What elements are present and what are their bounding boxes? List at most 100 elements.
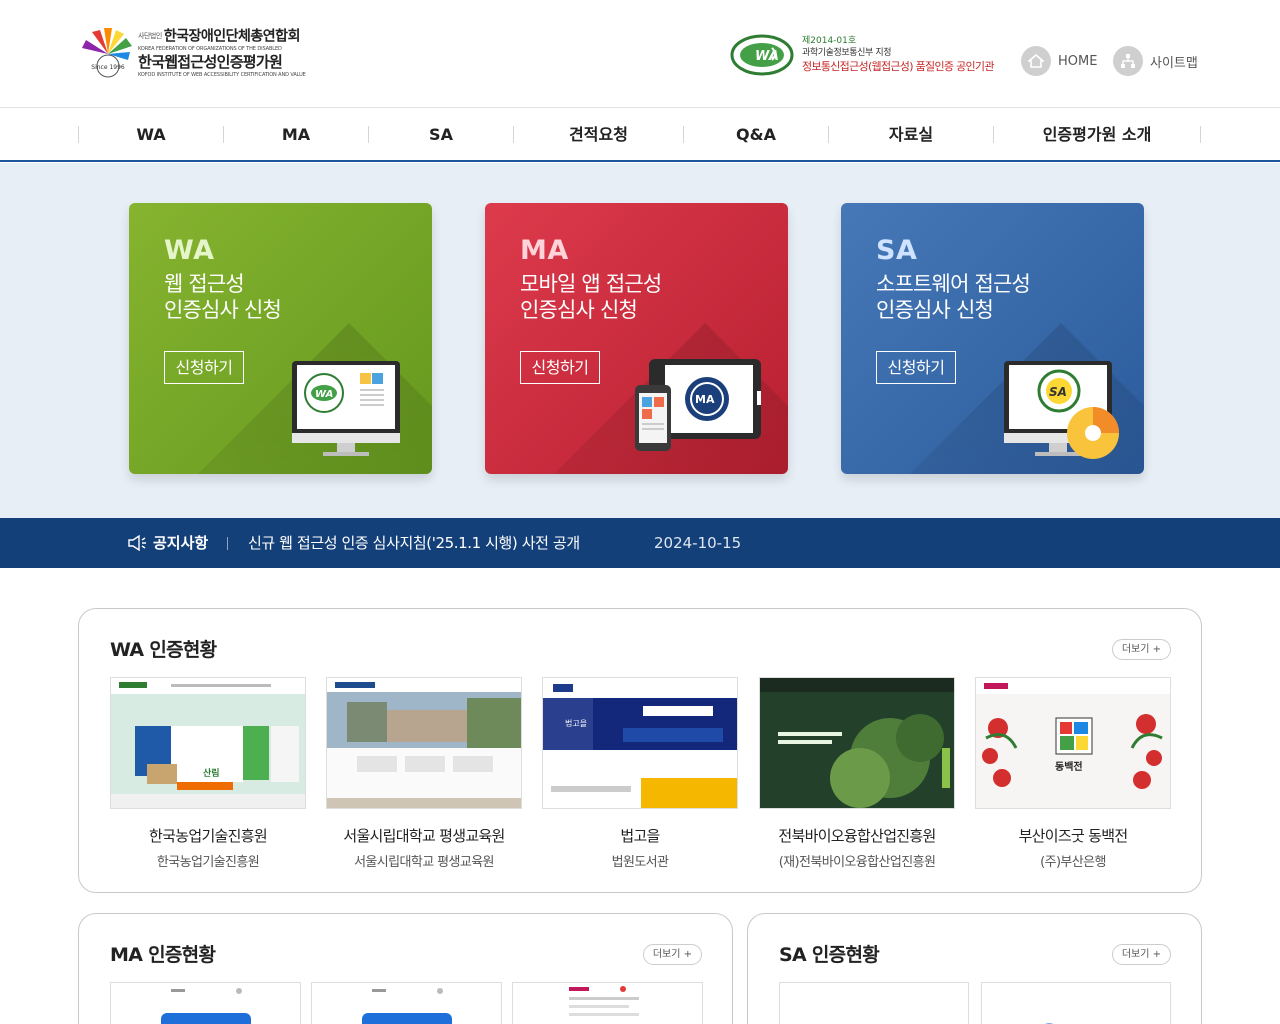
svg-text:동백전: 동백전 — [1055, 760, 1083, 773]
svg-text:MA: MA — [695, 393, 715, 406]
home-link[interactable]: HOME — [1021, 45, 1097, 77]
nav-item-wa[interactable]: WA — [79, 109, 223, 160]
section-title: WA 인증현황 — [110, 639, 217, 661]
ma-app-thumbnail[interactable] — [311, 982, 502, 1024]
nav-item-resources[interactable]: 자료실 — [829, 109, 993, 160]
software-screenshot-image — [1044, 1023, 1054, 1024]
wa-certification-section: WA 인증현황 더보기 + 산림 한국농업기술진흥원 한국농업기술진흥원 서울시… — [78, 608, 1202, 893]
cert-number: 제2014-01호 — [802, 36, 857, 46]
section-title: SA 인증현황 — [779, 944, 880, 966]
org-name-text: 한국장애인단체총연합회 — [163, 28, 301, 45]
card-title: 소프트웨어 접근성 인증심사 신청 — [876, 271, 1056, 323]
card-abbr: SA — [876, 235, 918, 266]
cert-description: 정보통신접근성(웹접근성) 품질인증 공인기관 — [802, 60, 994, 73]
wa-quality-mark-icon: WA — [730, 34, 794, 76]
sitemap-icon — [1113, 46, 1143, 76]
site-name: 한국농업기술진흥원 — [149, 827, 268, 845]
org-prefix: 사단법인 — [138, 32, 162, 40]
site-screenshot-image — [327, 678, 521, 808]
institute-eng-name: KOFOD INSTITUTE OF WEB ACCESSIBILITY CER… — [138, 71, 306, 78]
wa-apply-card[interactable]: WA 웹 접근성 인증심사 신청 신청하기 WA — [129, 203, 432, 474]
main-navigation: WA MA SA 견적요청 Q&A 자료실 인증평가원 소개 — [0, 109, 1280, 162]
cert-authority: 과학기술정보통신부 지정 — [802, 48, 892, 58]
sa-software-thumbnail[interactable] — [981, 982, 1171, 1024]
sa-more-button[interactable]: 더보기 + — [1111, 944, 1171, 965]
site-thumbnail: 법고을 — [542, 677, 738, 809]
nav-item-sa[interactable]: SA — [369, 109, 513, 160]
site-logo[interactable]: Since 1996 사단법인 한국장애인단체총연합회 KOREA FEDERAT… — [82, 28, 312, 82]
org-name: 사단법인 한국장애인단체총연합회 — [138, 28, 312, 46]
site-screenshot-image: 동백전 — [976, 678, 1170, 808]
card-abbr: MA — [520, 235, 569, 266]
site-screenshot-image: 산림 — [111, 678, 305, 808]
site-header: Since 1996 사단법인 한국장애인단체총연합회 KOREA FEDERAT… — [0, 0, 1280, 108]
sa-software-thumbnail[interactable] — [779, 982, 969, 1024]
wa-site-card[interactable]: 전북바이오융합산업진흥원 (재)전북바이오융합산업진흥원 — [759, 677, 955, 870]
card-title-line2: 인증심사 신청 — [876, 298, 994, 322]
app-screenshot-image — [161, 988, 251, 1024]
site-thumbnail — [326, 677, 522, 809]
tablet-phone-ma-icon: MA — [635, 359, 761, 451]
site-thumbnail — [759, 677, 955, 809]
wa-more-button[interactable]: 더보기 + — [1111, 639, 1171, 660]
nav-item-quote[interactable]: 견적요청 — [514, 109, 683, 160]
notice-date: 2024-10-15 — [654, 534, 742, 552]
card-title: 모바일 앱 접근성 인증심사 신청 — [520, 271, 700, 323]
card-title-line1: 웹 접근성 — [164, 272, 245, 296]
card-title-line2: 인증심사 신청 — [520, 298, 638, 322]
sitemap-link-label: 사이트맵 — [1150, 55, 1198, 71]
ma-apply-button[interactable]: 신청하기 — [520, 351, 600, 384]
notice-label[interactable]: 공지사항 — [153, 518, 208, 568]
nav-item-qna[interactable]: Q&A — [684, 109, 828, 160]
site-name: 부산이즈굿 동백전 — [1018, 827, 1129, 845]
site-screenshot-image — [760, 678, 954, 808]
app-screenshot-image — [362, 988, 452, 1024]
site-organization: 한국농업기술진흥원 — [156, 855, 260, 870]
wa-site-card[interactable]: 서울시립대학교 평생교육원 서울시립대학교 평생교육원 — [326, 677, 522, 870]
sa-apply-button[interactable]: 신청하기 — [876, 351, 956, 384]
institute-name: 한국웹접근성인증평가원 — [138, 52, 283, 71]
card-abbr: WA — [164, 235, 215, 266]
site-thumbnail: 산림 — [110, 677, 306, 809]
card-title-line2: 인증심사 신청 — [164, 298, 282, 322]
ma-more-button[interactable]: 더보기 + — [642, 944, 702, 965]
site-organization: 서울시립대학교 평생교육원 — [354, 855, 494, 870]
ma-apply-card[interactable]: MA 모바일 앱 접근성 인증심사 신청 신청하기 MA — [485, 203, 788, 474]
svg-text:산림: 산림 — [203, 767, 220, 779]
nav-divider — [1200, 126, 1201, 143]
site-name: 전북바이오융합산업진흥원 — [778, 827, 936, 845]
certification-badge-block: WA 제2014-01호 과학기술정보통신부 지정 정보통신접근성(웹접근성) … — [730, 34, 1010, 78]
site-organization: (재)전북바이오융합산업진흥원 — [778, 855, 936, 870]
card-title-line1: 모바일 앱 접근성 — [520, 272, 662, 296]
site-thumbnail: 동백전 — [975, 677, 1171, 809]
wa-site-card[interactable]: 동백전 부산이즈굿 동백전 (주)부산은행 — [975, 677, 1171, 870]
ma-app-thumbnail[interactable] — [110, 982, 301, 1024]
site-organization: 법원도서관 — [611, 855, 669, 870]
org-eng-name: KOREA FEDERATION OF ORGANIZATIONS OF THE… — [138, 45, 282, 52]
sa-apply-card[interactable]: SA 소프트웨어 접근성 인증심사 신청 신청하기 SA — [841, 203, 1144, 474]
wa-apply-button[interactable]: 신청하기 — [164, 351, 244, 384]
card-title: 웹 접근성 인증심사 신청 — [164, 271, 344, 323]
ma-app-thumbnail[interactable] — [512, 982, 703, 1024]
app-screenshot-image — [569, 986, 639, 1016]
notice-bar: 공지사항 신규 웹 접근성 인증 심사지침('25.1.1 시행) 사전 공개 … — [0, 518, 1280, 568]
notice-headline-link[interactable]: 신규 웹 접근성 인증 심사지침('25.1.1 시행) 사전 공개 — [248, 518, 580, 568]
hero-banner: WA 웹 접근성 인증심사 신청 신청하기 WA MA 모바일 앱 접근성 인증… — [0, 163, 1280, 518]
megaphone-icon — [128, 534, 146, 552]
svg-text:법고을: 법고을 — [565, 718, 587, 728]
ma-certification-section: MA 인증현황 더보기 + — [78, 913, 733, 1024]
nav-item-ma[interactable]: MA — [224, 109, 368, 160]
home-link-label: HOME — [1058, 53, 1098, 69]
site-screenshot-image: 법고을 — [543, 678, 737, 808]
wa-site-card[interactable]: 법고을 법고을 법원도서관 — [542, 677, 738, 870]
sitemap-link[interactable]: 사이트맵 — [1113, 45, 1198, 77]
notice-divider — [227, 537, 228, 550]
logo-emblem-icon: Since 1996 — [82, 28, 132, 78]
monitor-wa-icon: WA — [292, 361, 400, 456]
svg-text:WA: WA — [315, 389, 333, 400]
sa-certification-section: SA 인증현황 더보기 + — [747, 913, 1202, 1024]
site-name: 법고을 — [620, 827, 660, 845]
nav-item-about[interactable]: 인증평가원 소개 — [994, 109, 1200, 160]
wa-site-card[interactable]: 산림 한국농업기술진흥원 한국농업기술진흥원 — [110, 677, 306, 870]
monitor-disc-sa-icon: SA — [1004, 361, 1119, 459]
